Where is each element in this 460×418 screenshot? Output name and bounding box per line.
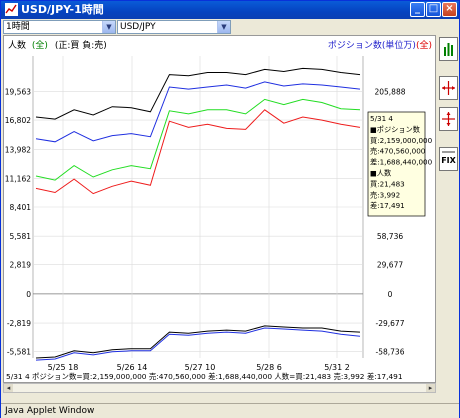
period-select-value: 1時間 — [6, 22, 30, 32]
title-bar: USD/JPY-1時間 _ □ × — [1, 1, 459, 19]
close-button[interactable]: × — [442, 2, 457, 17]
left-tick-label: 11,162 — [5, 174, 31, 183]
right-tick-label: 0 — [388, 290, 393, 299]
measure-button[interactable] — [439, 107, 458, 131]
legend-left-suffix: (正:買 負:売) — [55, 39, 107, 51]
x-tick-label: 5/28 6 — [256, 363, 282, 372]
tooltip-line: 売:3,992 — [370, 190, 400, 199]
applet-window: USD/JPY-1時間 _ □ × 1時間 ▼ USD/JPY ▼ 19,563… — [0, 0, 460, 418]
tooltip-line: 買:2,159,000,000 — [370, 136, 433, 145]
tick-labels: 19,563205,88816,802176,82813,982147,5881… — [5, 88, 406, 372]
left-tick-label: 19,563 — [5, 88, 31, 97]
series-line — [35, 327, 361, 361]
x-tick-label: 5/26 14 — [117, 363, 148, 372]
svg-text:FIX: FIX — [441, 156, 456, 165]
tooltip-line: 差:17,491 — [370, 201, 405, 210]
scroll-right-arrow-icon[interactable]: ▸ — [426, 384, 435, 392]
crosshair-icon — [442, 81, 455, 95]
legend-right-prefix: ポジション数(単位万) — [328, 39, 416, 51]
chart-area[interactable]: 19,563205,88816,802176,82813,982147,5881… — [3, 35, 436, 383]
scroll-left-arrow-icon[interactable]: ◂ — [4, 384, 13, 392]
pair-select-value: USD/JPY — [120, 22, 156, 32]
bar-chart-button[interactable] — [439, 37, 458, 61]
status-bar: Java Applet Window — [1, 403, 459, 418]
tooltip-line: ■ポジション数 — [370, 125, 420, 134]
legend-left: 人数 (全) (正:買 負:売) — [8, 39, 107, 51]
window-title: USD/JPY-1時間 — [21, 3, 104, 16]
crosshair-button[interactable] — [439, 76, 458, 100]
legend-right-badge: 全 — [419, 39, 428, 51]
pair-select[interactable]: USD/JPY ▼ — [117, 20, 231, 34]
series-line — [35, 109, 361, 195]
minimize-button[interactable]: _ — [410, 2, 425, 17]
right-tick-label: 58,736 — [377, 232, 403, 241]
legend-right-badge-close: ) — [428, 41, 432, 51]
right-tick-label: -58,736 — [376, 348, 405, 357]
x-tick-label: 5/31 2 — [324, 363, 350, 372]
legend-right: ポジション数(単位万)(全) — [328, 39, 432, 51]
legend-left-prefix: 人数 — [8, 39, 26, 51]
tooltip-line: 買:21,483 — [370, 179, 405, 188]
horizontal-scrollbar[interactable]: ◂ ▸ — [3, 383, 436, 393]
right-tick-label: 205,888 — [374, 88, 405, 97]
chart-svg: 19,563205,88816,802176,82813,982147,5881… — [5, 39, 433, 381]
series-line — [35, 98, 361, 181]
tooltip-line: 差:1,688,440,000 — [370, 158, 433, 167]
chart-app-icon — [5, 3, 18, 16]
period-select[interactable]: 1時間 ▼ — [3, 20, 116, 34]
chevron-down-icon[interactable]: ▼ — [217, 21, 230, 33]
x-tick-label: 5/25 18 — [48, 363, 79, 372]
data-tooltip: 5/31 4 ■ポジション数買:2,159,000,000 売:470,560,00… — [367, 111, 433, 217]
x-tick-label: 5/27 10 — [185, 363, 216, 372]
left-tick-label: 13,982 — [5, 145, 31, 154]
fix-button[interactable]: FIX — [439, 147, 458, 171]
bottom-info: 5/31 4 ポジション数=買:2,159,000,000 売:470,560,… — [6, 372, 403, 381]
tooltip-line: ■人数 — [370, 169, 391, 178]
series-lines — [35, 67, 361, 361]
legend-left-badge-text: 全 — [35, 39, 44, 51]
legend-left-badge-close: ) — [44, 41, 48, 51]
fix-icon: FIX — [441, 151, 457, 165]
left-tick-label: 16,802 — [5, 116, 31, 125]
chevron-down-icon[interactable]: ▼ — [102, 21, 115, 33]
left-tick-label: 8,401 — [10, 203, 32, 212]
tooltip-line: 5/31 4 — [370, 114, 393, 123]
measure-icon — [442, 112, 455, 126]
right-tick-label: -29,677 — [376, 319, 405, 328]
right-tick-label: 29,677 — [377, 261, 403, 270]
maximize-button[interactable]: □ — [426, 2, 441, 17]
bar-chart-icon — [442, 40, 455, 58]
tooltip-line: 売:470,560,000 — [370, 147, 426, 156]
left-tick-label: 5,581 — [10, 232, 32, 241]
left-tick-label: -2,819 — [7, 319, 31, 328]
left-tick-label: 0 — [26, 290, 31, 299]
left-tick-label: -5,581 — [7, 348, 31, 357]
left-tick-label: 2,819 — [10, 261, 32, 270]
